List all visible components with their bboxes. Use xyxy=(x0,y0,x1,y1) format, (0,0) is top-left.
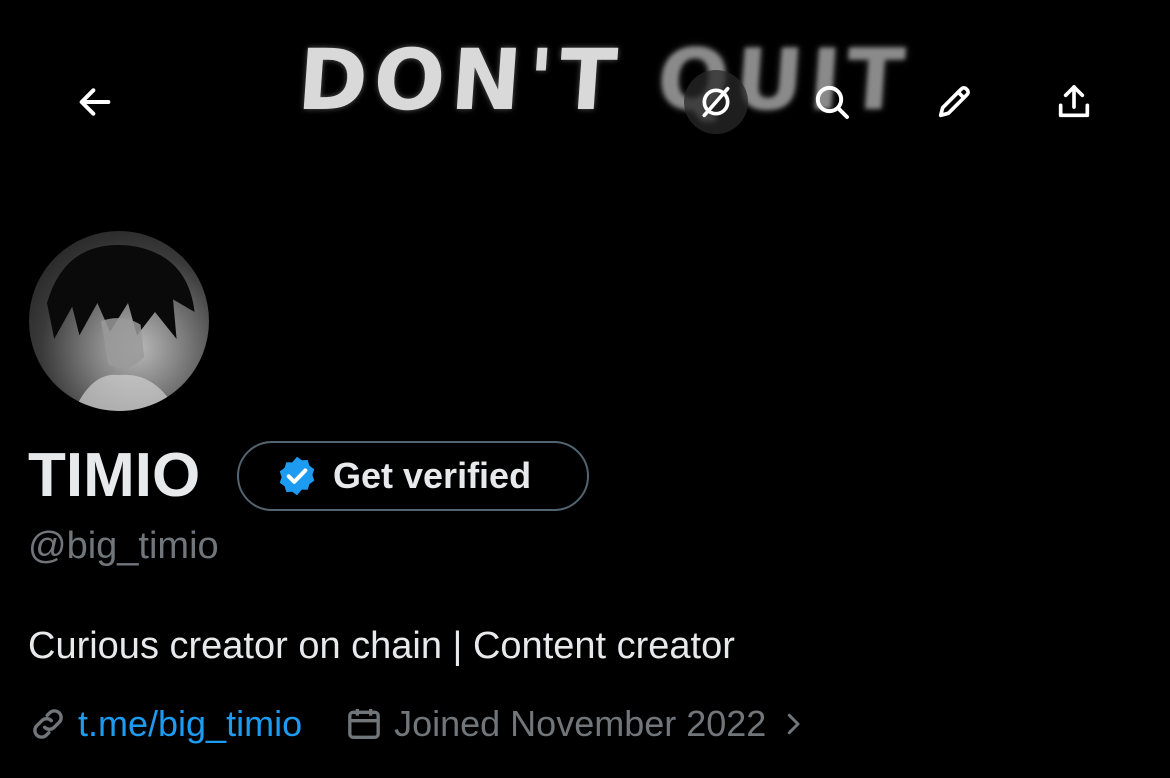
grok-icon xyxy=(702,86,730,118)
joined-date: Joined November 2022 xyxy=(394,703,767,744)
edit-button[interactable] xyxy=(922,70,986,134)
link-icon xyxy=(33,709,63,739)
get-verified-label: Get verified xyxy=(333,455,532,496)
profile-banner[interactable]: DON'T QUIT xyxy=(0,0,1170,215)
profile-website-link[interactable]: t.me/big_timio xyxy=(78,703,302,745)
display-name: TIMIO xyxy=(28,441,201,510)
verified-badge-icon xyxy=(279,456,315,496)
back-button[interactable] xyxy=(63,70,127,134)
calendar-icon xyxy=(348,709,380,739)
avatar-image xyxy=(47,244,195,411)
profile-meta-row: t.me/big_timio Joined November 2022 xyxy=(28,700,808,748)
pencil-icon xyxy=(938,86,970,118)
grok-button[interactable] xyxy=(684,70,748,134)
share-button[interactable] xyxy=(1042,70,1106,134)
profile-bio: Curious creator on chain | Content creat… xyxy=(28,625,735,667)
share-upload-icon xyxy=(1058,85,1090,118)
get-verified-button[interactable]: Get verified xyxy=(237,441,589,511)
profile-handle: @big_timio xyxy=(28,525,219,567)
chevron-right-icon[interactable] xyxy=(778,709,808,739)
avatar[interactable] xyxy=(26,228,212,414)
search-button[interactable] xyxy=(800,70,864,134)
search-icon xyxy=(815,85,849,119)
arrow-left-icon xyxy=(79,88,111,116)
